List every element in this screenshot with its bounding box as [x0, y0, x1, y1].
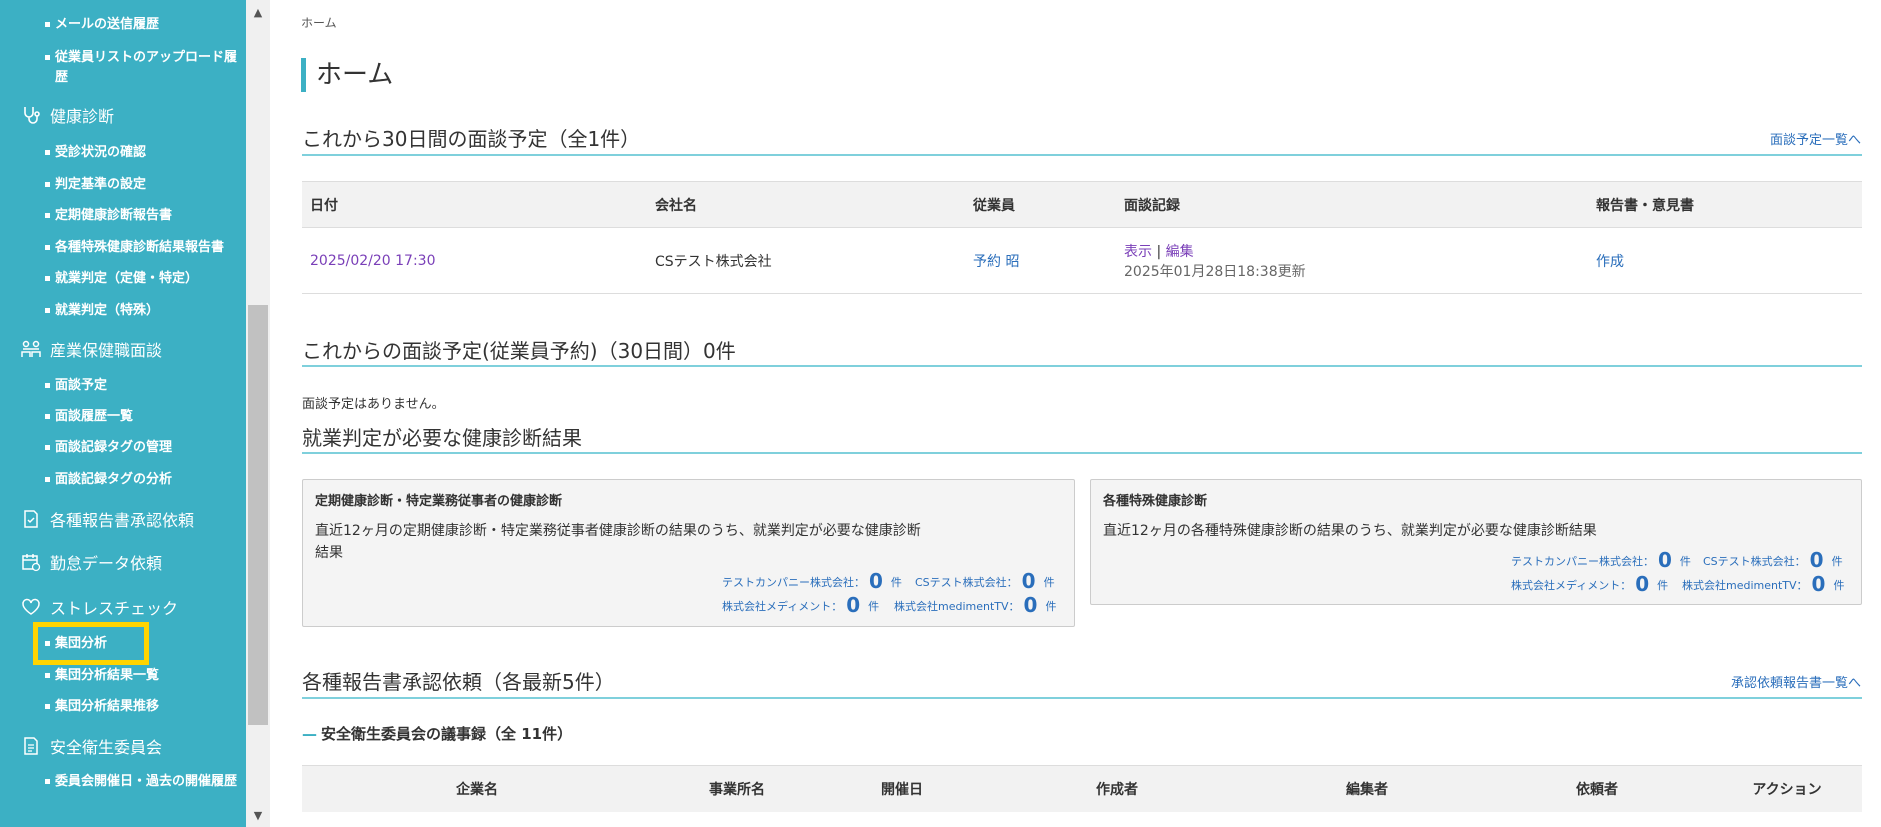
scrollbar-thumb[interactable]: [248, 305, 268, 725]
stat-mediment[interactable]: 株式会社メディメント： 0 件: [722, 593, 879, 617]
col-record: 面談記録: [1116, 181, 1588, 228]
section-divider: [302, 697, 1862, 699]
approval-list-link[interactable]: 承認依頼報告書一覧へ: [1731, 672, 1861, 691]
card-title: 各種特殊健康診断: [1103, 494, 1208, 509]
upcoming-interviews-title: これから30日間の面談予定（全1件）: [302, 127, 641, 151]
col-requester: 依頼者: [1482, 765, 1712, 812]
col-creator: 作成者: [982, 765, 1252, 812]
edit-link[interactable]: 編集: [1166, 244, 1194, 260]
calendar-icon: [20, 551, 42, 573]
card-desc-line1: 直近12ヶ月の定期健康診断・特定業務従事者健康診断の結果のうち、就業判定が必要な…: [315, 523, 921, 539]
special-health-card: 各種特殊健康診断 直近12ヶ月の各種特殊健康診断の結果のうち、就業判定が必要な健…: [1090, 479, 1862, 605]
card-description: 直近12ヶ月の各種特殊健康診断の結果のうち、就業判定が必要な健康診断結果: [1103, 520, 1597, 542]
breadcrumb[interactable]: ホーム: [301, 14, 337, 31]
col-date: 開催日: [822, 765, 982, 812]
sidebar-section-label: ストレスチェック: [50, 599, 179, 618]
sidebar-section-label: 勤怠データ依頼: [50, 554, 163, 573]
scroll-up-arrow-icon[interactable]: ▲: [246, 0, 270, 24]
stethoscope-icon: [20, 104, 42, 126]
sidebar-item-group-analysis-list[interactable]: 集団分析結果一覧: [44, 666, 159, 686]
col-office: 事業所名: [652, 765, 822, 812]
sidebar-item-interview-history[interactable]: 面談履歴一覧: [44, 407, 133, 427]
upcoming-interviews-table: 日付 会社名 従業員 面談記録 報告書・意見書 2025/02/20 17:30…: [302, 181, 1862, 294]
card-description: 直近12ヶ月の定期健康診断・特定業務従事者健康診断の結果のうち、就業判定が必要な…: [315, 520, 921, 564]
table-header-row: 企業名 事業所名 開催日 作成者 編集者 依頼者 アクション: [302, 765, 1862, 812]
sidebar-section-label: 各種報告書承認依頼: [50, 511, 195, 530]
table-header-row: 日付 会社名 従業員 面談記録 報告書・意見書: [302, 181, 1862, 228]
sidebar-section-interview[interactable]: 産業保健職面談: [20, 337, 162, 361]
col-action: アクション: [1712, 765, 1862, 812]
approvals-table: 企業名 事業所名 開催日 作成者 編集者 依頼者 アクション: [302, 765, 1862, 812]
people-icon: [20, 338, 42, 360]
sidebar-item-group-analysis[interactable]: 集団分析: [44, 634, 107, 654]
periodic-health-card: 定期健康診断・特定業務従事者の健康診断 直近12ヶ月の定期健康診断・特定業務従事…: [302, 479, 1075, 627]
sidebar-section-health-check[interactable]: 健康診断: [20, 103, 114, 127]
card-desc-line2: 結果: [315, 545, 343, 561]
empty-message: 面談予定はありません。: [302, 397, 445, 412]
page-title: ホーム: [301, 58, 393, 92]
employee-booking-title: これからの面談予定(従業員予約)（30日間）0件: [302, 339, 736, 363]
col-editor: 編集者: [1252, 765, 1482, 812]
col-employee: 従業員: [965, 181, 1116, 228]
stat-mediment-tv[interactable]: 株式会社medimentTV： 0 件: [894, 593, 1056, 617]
sidebar-scrollbar[interactable]: ▲ ▼: [246, 0, 270, 827]
approvals-title: 各種報告書承認依頼（各最新5件）: [302, 670, 615, 694]
card-desc-line1: 直近12ヶ月の各種特殊健康診断の結果のうち、就業判定が必要な健康診断結果: [1103, 523, 1597, 539]
stat-cs-test[interactable]: CSテスト株式会社： 0 件: [915, 569, 1055, 593]
employee-name[interactable]: 予約 昭: [965, 227, 1116, 294]
sidebar-item-upload-history[interactable]: 従業員リストのアップロード履歴: [45, 48, 245, 88]
col-company: 会社名: [647, 181, 965, 228]
sidebar-item-group-analysis-trend[interactable]: 集団分析結果推移: [44, 697, 159, 717]
sidebar-item-judgment-periodic[interactable]: 就業判定（定健・特定）: [44, 269, 198, 289]
col-report: 報告書・意見書: [1588, 181, 1862, 228]
stat-mediment-tv[interactable]: 株式会社medimentTV： 0 件: [1682, 572, 1844, 596]
col-date: 日付: [302, 181, 647, 228]
updated-at: 2025年01月28日18:38更新: [1124, 263, 1306, 280]
company-name: CSテスト株式会社: [647, 227, 965, 294]
heart-icon: [20, 596, 42, 618]
stat-test-company[interactable]: テストカンパニー株式会社： 0 件: [1511, 548, 1691, 572]
col-company: 企業名: [302, 765, 652, 812]
document-check-icon: [20, 508, 42, 530]
scroll-down-arrow-icon[interactable]: ▼: [246, 803, 270, 827]
sidebar-item-interview-schedule[interactable]: 面談予定: [44, 376, 107, 396]
judgment-title: 就業判定が必要な健康診断結果: [302, 426, 582, 450]
sidebar-item-special-report[interactable]: 各種特殊健康診断結果報告書: [44, 238, 224, 258]
stat-test-company[interactable]: テストカンパニー株式会社： 0 件: [722, 569, 902, 593]
sidebar-section-attendance[interactable]: 勤怠データ依頼: [20, 550, 162, 574]
sidebar-item-criteria[interactable]: 判定基準の設定: [44, 175, 146, 195]
view-link[interactable]: 表示: [1124, 244, 1152, 260]
card-title: 定期健康診断・特定業務従事者の健康診断: [315, 494, 563, 509]
create-report-link[interactable]: 作成: [1588, 227, 1862, 294]
table-row: 2025/02/20 17:30 CSテスト株式会社 予約 昭 表示 | 編集 …: [302, 227, 1862, 294]
sidebar-item-mail-history[interactable]: メールの送信履歴: [44, 15, 159, 35]
sidebar-item-periodic-report[interactable]: 定期健康診断報告書: [44, 206, 172, 226]
stat-cs-test[interactable]: CSテスト株式会社： 0 件: [1703, 548, 1843, 572]
link-separator: |: [1156, 243, 1162, 260]
section-divider: [302, 452, 1862, 454]
sidebar-section-label: 安全衛生委員会: [50, 738, 163, 757]
sidebar: メールの送信履歴 従業員リストのアップロード履歴 健康診断 受診状況の確認 判定…: [0, 0, 246, 827]
sidebar-item-tag-management[interactable]: 面談記録タグの管理: [44, 438, 172, 458]
sidebar-item-exam-status[interactable]: 受診状況の確認: [44, 143, 146, 163]
sidebar-section-label: 健康診断: [50, 107, 115, 126]
minutes-subtitle: 安全衛生委員会の議事録（全 11件）: [302, 723, 572, 744]
sidebar-item-committee-dates[interactable]: 委員会開催日・過去の開催履歴: [45, 772, 240, 792]
stat-mediment[interactable]: 株式会社メディメント： 0 件: [1511, 572, 1668, 596]
sidebar-section-committee[interactable]: 安全衛生委員会: [20, 734, 162, 758]
sidebar-item-tag-analysis[interactable]: 面談記録タグの分析: [44, 470, 172, 490]
sidebar-section-stress-check[interactable]: ストレスチェック: [20, 595, 178, 619]
sidebar-item-judgment-special[interactable]: 就業判定（特殊）: [44, 301, 159, 321]
section-divider: [302, 365, 1862, 367]
interview-date[interactable]: 2025/02/20 17:30: [302, 227, 647, 294]
interview-list-link[interactable]: 面談予定一覧へ: [1770, 129, 1861, 148]
sidebar-section-label: 産業保健職面談: [50, 341, 163, 360]
document-icon: [20, 735, 42, 757]
main-content: ホーム ホーム これから30日間の面談予定（全1件） 面談予定一覧へ 日付 会社…: [270, 0, 1881, 827]
section-divider: [302, 154, 1862, 156]
sidebar-section-report-approval[interactable]: 各種報告書承認依頼: [20, 507, 194, 531]
record-cell: 表示 | 編集 2025年01月28日18:38更新: [1116, 227, 1588, 294]
